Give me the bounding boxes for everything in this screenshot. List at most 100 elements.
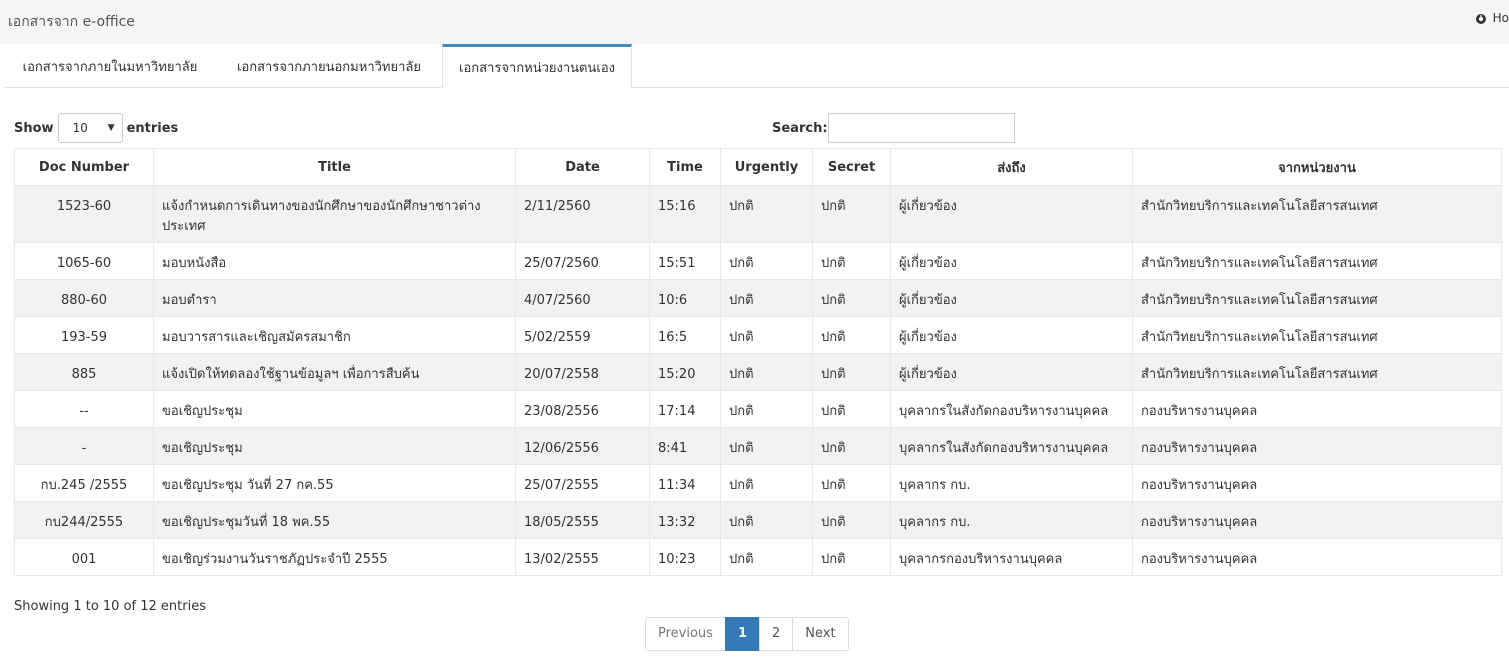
column-header-title[interactable]: Title [153,148,516,186]
tab-label: เอกสารจากภายนอกมหาวิทยาลัย [237,60,421,75]
cell-date: 13/02/2555 [515,538,650,576]
cell-title[interactable]: ขอเชิญประชุม [153,390,516,428]
cell-title[interactable]: มอบตำรา [153,279,516,317]
cell-from-unit: กองบริหารงานบุคคล [1132,538,1502,576]
cell-secret: ปกติ [812,185,891,243]
page-button-2[interactable]: 2 [759,617,794,651]
cell-time: 17:14 [649,390,721,428]
table-row[interactable]: กบ244/2555 ขอเชิญประชุมวันที่ 18 พค.55 18/… [14,501,1502,539]
previous-button[interactable]: Previous [645,617,726,651]
table-row[interactable]: - ขอเชิญประชุม 12/06/2556 8:41 ปกติ ปกติ บุคลา… [14,427,1502,465]
cell-send-to: ผู้เกี่ยวข้อง [890,185,1133,243]
table-row[interactable]: 880-60 มอบตำรา 4/07/2560 10:6 ปกติ ปกติ ผู้เกี… [14,279,1502,317]
tab-external-docs[interactable]: เอกสารจากภายนอกมหาวิทยาลัย [216,44,442,88]
cell-date: 4/07/2560 [515,279,650,317]
cell-urgently: ปกติ [720,501,813,539]
column-header-secret[interactable]: Secret [812,148,891,186]
page-size-value: 10 [72,121,88,135]
cell-urgently: ปกติ [720,316,813,354]
table-row[interactable]: 885 แจ้งเปิดให้ทดลองใช้ฐานข้อมูลฯ เพื่อกา… [14,353,1502,391]
cell-date: 5/02/2559 [515,316,650,354]
page-size-control: Show 10 ▼ entries [14,113,178,143]
table-row[interactable]: -- ขอเชิญประชุม 23/08/2556 17:14 ปกติ ปกติ บุค… [14,390,1502,428]
cell-from-unit: สำนักวิทยบริการและเทคโนโลยีสารสนเทศ [1132,353,1502,391]
cell-time: 10:6 [649,279,721,317]
column-header-send-to[interactable]: ส่งถึง [890,148,1133,186]
cell-send-to: บุคลากรในสังกัดกองบริหารงานบุคคล [890,390,1133,428]
entries-label: entries [126,120,179,136]
column-header-from-unit[interactable]: จากหน่วยงาน [1132,148,1502,186]
cell-time: 10:23 [649,538,721,576]
cell-doc-number: 880-60 [14,279,154,317]
next-button[interactable]: Next [792,617,849,651]
cell-from-unit: กองบริหารงานบุคคล [1132,464,1502,502]
cell-secret: ปกติ [812,242,891,280]
cell-doc-number: กบ244/2555 [14,501,154,539]
cell-date: 25/07/2560 [515,242,650,280]
cell-secret: ปกติ [812,390,891,428]
page-size-select[interactable]: 10 ▼ [57,113,123,143]
cell-urgently: ปกติ [720,538,813,576]
table-row[interactable]: 193-59 มอบวารสารและเชิญสมัครสมาชิก 5/02/25… [14,316,1502,354]
cell-secret: ปกติ [812,316,891,354]
cell-urgently: ปกติ [720,242,813,280]
cell-urgently: ปกติ [720,353,813,391]
column-header-time[interactable]: Time [649,148,721,186]
dashboard-icon [1475,14,1486,24]
cell-time: 15:16 [649,185,721,243]
cell-time: 15:20 [649,353,721,391]
column-header-urgently[interactable]: Urgently [720,148,813,186]
cell-title[interactable]: ขอเชิญประชุมวันที่ 18 พค.55 [153,501,516,539]
cell-secret: ปกติ [812,538,891,576]
cell-secret: ปกติ [812,464,891,502]
pagination: Previous 1 2 Next [645,617,849,651]
search-input[interactable] [827,113,1015,143]
table-header-row: Doc Number Title Date Time Urgently Secr… [14,148,1502,186]
cell-from-unit: กองบริหารงานบุคคล [1132,427,1502,465]
cell-time: 16:5 [649,316,721,354]
cell-send-to: ผู้เกี่ยวข้อง [890,316,1133,354]
cell-doc-number: -- [14,390,154,428]
cell-date: 23/08/2556 [515,390,650,428]
cell-urgently: ปกติ [720,279,813,317]
page-button-1[interactable]: 1 [724,617,760,651]
tab-internal-docs[interactable]: เอกสารจากภายในมหาวิทยาลัย [4,44,216,88]
cell-title[interactable]: มอบหนังสือ [153,242,516,280]
cell-from-unit: สำนักวิทยบริการและเทคโนโลยีสารสนเทศ [1132,316,1502,354]
cell-doc-number: กบ.245 /2555 [14,464,154,502]
cell-send-to: ผู้เกี่ยวข้อง [890,242,1133,280]
content-panel: เอกสารจากภายในมหาวิทยาลัย เอกสารจากภายนอ… [4,44,1509,662]
cell-title[interactable]: ขอเชิญประชุม วันที่ 27 กค.55 [153,464,516,502]
cell-date: 25/07/2555 [515,464,650,502]
cell-date: 2/11/2560 [515,185,650,243]
cell-title[interactable]: มอบวารสารและเชิญสมัครสมาชิก [153,316,516,354]
cell-from-unit: สำนักวิทยบริการและเทคโนโลยีสารสนเทศ [1132,185,1502,243]
table-row[interactable]: 1065-60 มอบหนังสือ 25/07/2560 15:51 ปกติ ปกติ… [14,242,1502,280]
cell-urgently: ปกติ [720,390,813,428]
cell-title[interactable]: ขอเชิญประชุม [153,427,516,465]
cell-send-to: บุคลากร กบ. [890,464,1133,502]
table-row[interactable]: 1523-60 แจ้งกำหนดการเดินทางของนักศึกษาของ… [14,185,1502,243]
tab-own-unit-docs[interactable]: เอกสารจากหน่วยงานตนเอง [442,44,632,89]
cell-from-unit: สำนักวิทยบริการและเทคโนโลยีสารสนเทศ [1132,279,1502,317]
cell-send-to: ผู้เกี่ยวข้อง [890,279,1133,317]
cell-send-to: บุคลากรกองบริหารงานบุคคล [890,538,1133,576]
table-row[interactable]: 001 ขอเชิญร่วมงานวันราชภัฏประจำปี 2555 13/… [14,538,1502,576]
column-header-date[interactable]: Date [515,148,650,186]
home-label: Ho [1492,11,1509,25]
column-header-doc-number[interactable]: Doc Number [14,148,154,186]
cell-date: 12/06/2556 [515,427,650,465]
home-link[interactable]: Ho [1475,11,1509,25]
cell-title[interactable]: แจ้งกำหนดการเดินทางของนักศึกษาของนักศึกษ… [153,185,516,243]
table-row[interactable]: กบ.245 /2555 ขอเชิญประชุม วันที่ 27 กค.55… [14,464,1502,502]
tab-label: เอกสารจากภายในมหาวิทยาลัย [22,60,198,75]
cell-date: 18/05/2555 [515,501,650,539]
chevron-down-icon: ▼ [107,123,115,133]
cell-doc-number: 193-59 [14,316,154,354]
cell-title[interactable]: แจ้งเปิดให้ทดลองใช้ฐานข้อมูลฯ เพื่อการสื… [153,353,516,391]
cell-doc-number: 1065-60 [14,242,154,280]
cell-urgently: ปกติ [720,464,813,502]
cell-title[interactable]: ขอเชิญร่วมงานวันราชภัฏประจำปี 2555 [153,538,516,576]
search-control: Search: [772,113,1015,143]
page-title: เอกสารจาก e-office [8,14,135,30]
